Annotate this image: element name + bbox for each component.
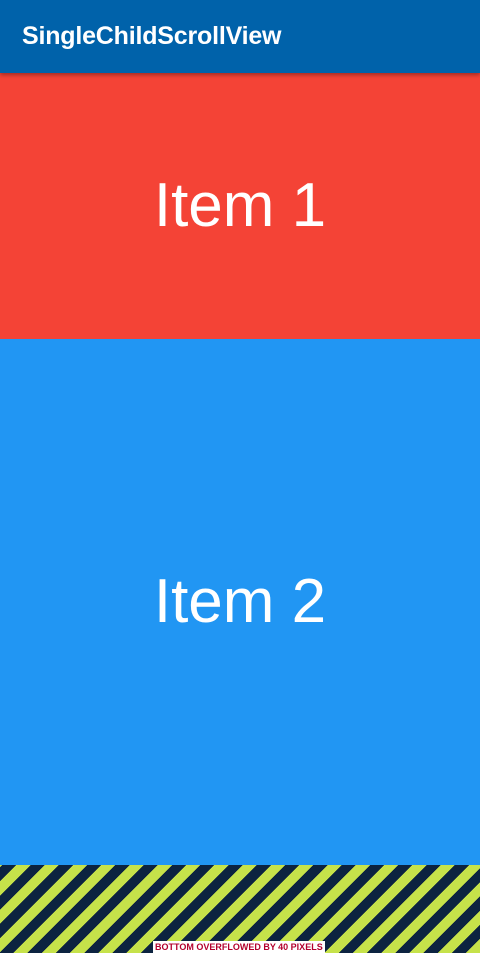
scroll-item-2[interactable]: Item 2 [0, 339, 480, 865]
overflow-warning-label: BOTTOM OVERFLOWED BY 40 PIXELS [153, 941, 325, 953]
scroll-item-1[interactable]: Item 1 [0, 73, 480, 339]
overflow-warning-stripes [0, 865, 480, 953]
item-2-label: Item 2 [153, 567, 327, 636]
item-1-label: Item 1 [153, 171, 327, 240]
app-screen: SingleChildScrollView Item 1 Item 2 BOTT… [0, 0, 480, 953]
app-bar: SingleChildScrollView [0, 0, 480, 73]
app-bar-title: SingleChildScrollView [22, 22, 282, 50]
